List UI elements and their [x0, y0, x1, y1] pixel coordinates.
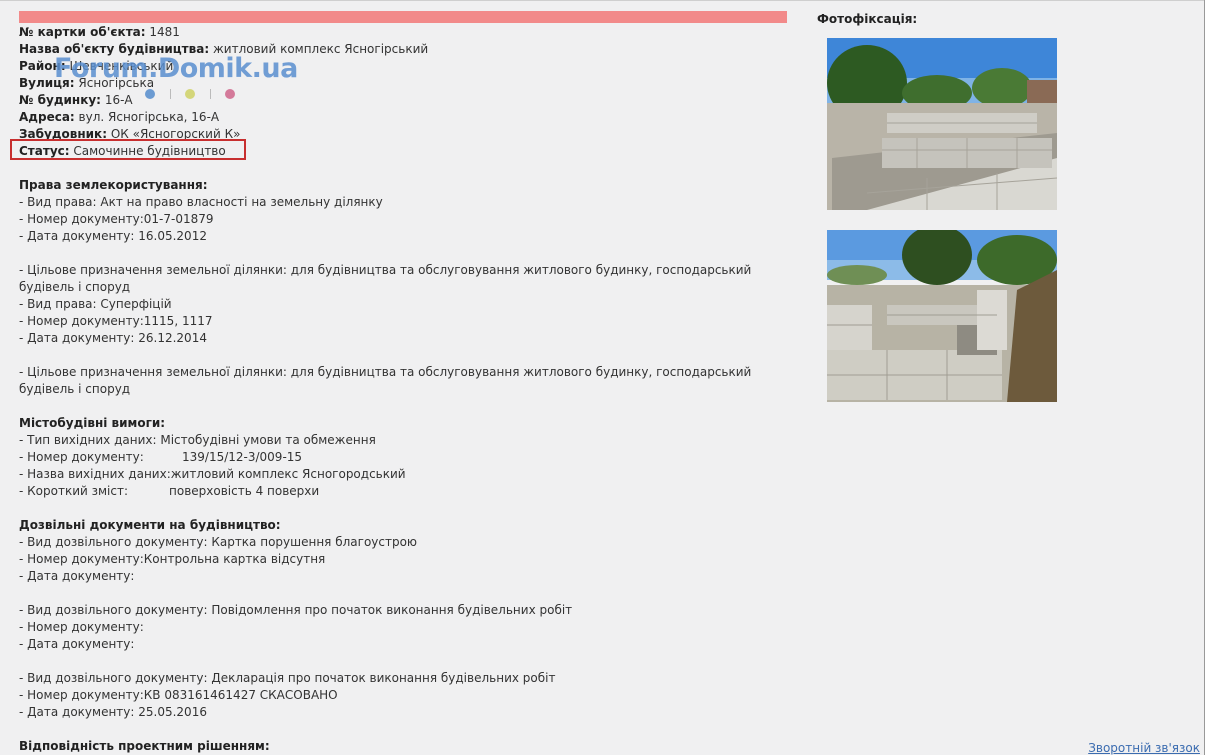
watermark-dot-pink	[225, 89, 235, 99]
urban-name: - Назва вихідних даних:житловий комплекс…	[19, 467, 406, 481]
land-doc-date-2: - Дата документу: 26.12.2014	[19, 331, 207, 345]
urban-summary: - Короткий зміст: поверховість 4 поверхи	[19, 484, 320, 498]
land-purpose-2: - Цільове призначення земельної ділянки:…	[19, 263, 752, 294]
permit-date-2: - Дата документу:	[19, 637, 135, 651]
land-doc-number-1: - Номер документу:01-7-01879	[19, 212, 214, 226]
permit-number-1: - Номер документу:Контрольна картка відс…	[19, 552, 326, 566]
watermark-dot-blue	[145, 89, 155, 99]
compliance-title: Відповідність проектним рішенням:	[19, 739, 270, 753]
permit-number-2: - Номер документу:	[19, 620, 144, 634]
house-row: № будинку: 16-А	[19, 93, 133, 107]
card-number-row: № картки об'єкта: 1481	[19, 25, 180, 39]
object-card: № картки об'єкта: 1481 Назва об'єкту буд…	[19, 24, 799, 755]
status-highlight-box	[10, 139, 246, 160]
land-rights-title: Права землекористування:	[19, 178, 208, 192]
permit-date-3: - Дата документу: 25.05.2016	[19, 705, 207, 719]
permit-kind-3: - Вид дозвільного документу: Декларація …	[19, 671, 556, 685]
land-purpose-3: - Цільове призначення земельної ділянки:…	[19, 365, 752, 396]
permits-title: Дозвільні документи на будівництво:	[19, 518, 281, 532]
permit-kind-1: - Вид дозвільного документу: Картка пору…	[19, 535, 418, 549]
photo-1[interactable]	[827, 38, 1057, 210]
permit-kind-2: - Вид дозвільного документу: Повідомленн…	[19, 603, 573, 617]
status-color-bar	[19, 11, 787, 23]
permit-date-1: - Дата документу:	[19, 569, 135, 583]
address-row: Адреса: вул. Ясногірська, 16-А	[19, 110, 220, 124]
land-doc-date-1: - Дата документу: 16.05.2012	[19, 229, 207, 243]
urban-doc-number: - Номер документу: 139/15/12-3/009-15	[19, 450, 303, 464]
urban-requirements-title: Містобудівні вимоги:	[19, 416, 166, 430]
watermark-dot-yellow	[185, 89, 195, 99]
permit-number-3: - Номер документу:КВ 083161461427 СКАСОВ…	[19, 688, 338, 702]
land-kind-2: - Вид права: Суперфіцій	[19, 297, 172, 311]
photo-2[interactable]	[827, 230, 1057, 402]
feedback-link[interactable]: Зворотній зв'язок	[1088, 741, 1200, 755]
watermark-logo: Forum.Domik.ua	[54, 53, 298, 84]
land-doc-number-2: - Номер документу:1115, 1117	[19, 314, 213, 328]
photos-title: Фотофіксація:	[817, 12, 918, 26]
land-kind-1: - Вид права: Акт на право власності на з…	[19, 195, 383, 209]
top-border	[0, 0, 1205, 1]
urban-type: - Тип вихідних даних: Містобудівні умови…	[19, 433, 376, 447]
